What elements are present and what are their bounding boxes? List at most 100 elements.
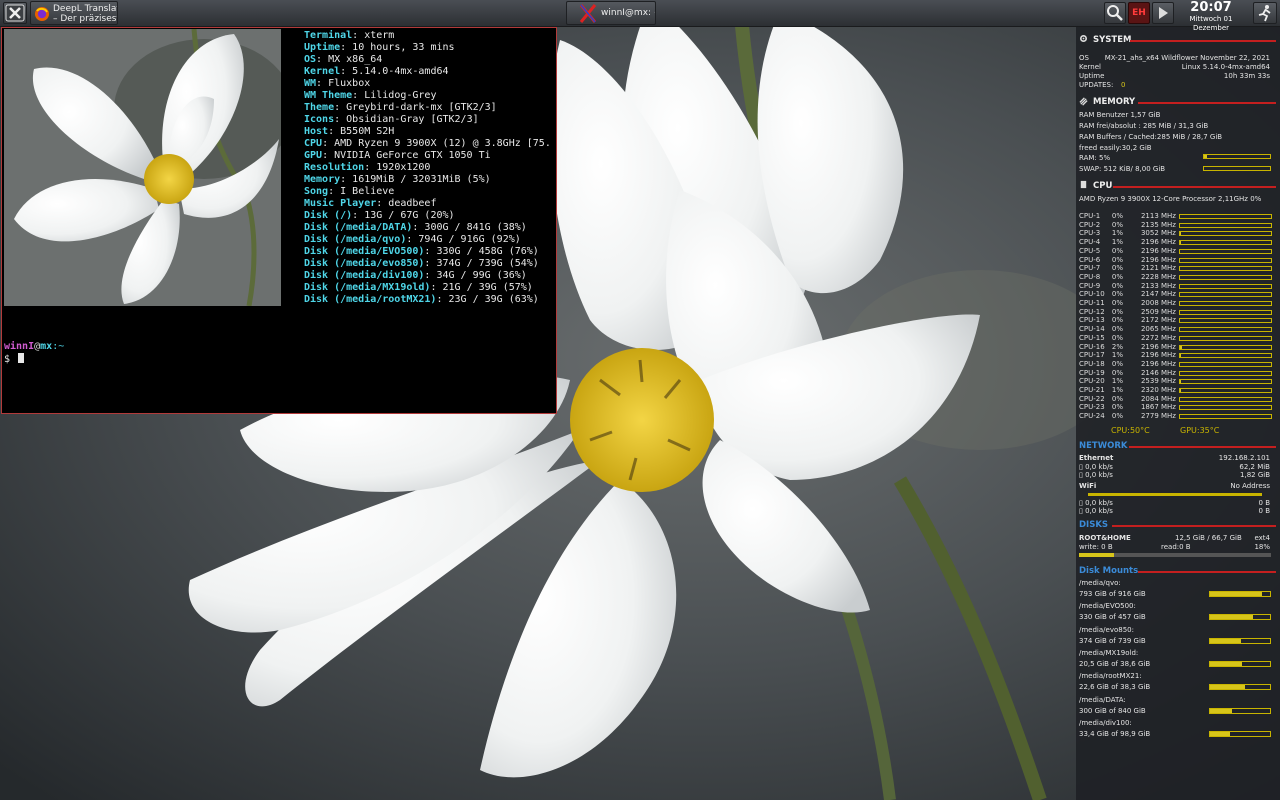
memory-icon <box>1079 97 1088 106</box>
cpu-core-frequency: 2779 MHz <box>1140 412 1176 421</box>
ram-freed: freed easily:30,2 GiB <box>1079 144 1152 152</box>
upload-icon: ▯ <box>1079 471 1083 479</box>
cpu-core-row: CPU-6 0% 2196 MHz <box>1079 256 1273 265</box>
mounts-divider <box>1138 571 1276 573</box>
cpu-core-row: CPU-8 0% 2228 MHz <box>1079 273 1273 282</box>
neofetch-value: 5.14.0-4mx-amd64 <box>352 66 449 77</box>
neofetch-key: WM Theme <box>304 90 353 101</box>
os-label: OS <box>1079 54 1089 62</box>
clock[interactable]: 20:07 Mittwoch 01 Dezember <box>1172 1 1250 33</box>
neofetch-separator: : <box>364 162 377 173</box>
neofetch-value: Fluxbox <box>328 78 371 89</box>
cpu-core-row: CPU-20 1% 2539 MHz <box>1079 377 1273 386</box>
mount-usage-bar <box>1209 637 1271 644</box>
neofetch-line: Disk (/media/MX19old): 21G / 39G (57%) <box>304 282 551 294</box>
neofetch-value: Obsidian-Gray [GTK2/3] <box>346 114 479 125</box>
task-xterm[interactable]: winnI@mx: ~ <box>566 1 656 25</box>
text-cursor <box>18 353 25 363</box>
xterm-window[interactable]: Terminal: xterm Uptime: 10 hours, 33 mins… <box>1 27 557 414</box>
workspace-menu-button[interactable] <box>3 2 27 24</box>
cpu-core-frequency: 3052 MHz <box>1140 229 1176 238</box>
shell-prompt[interactable]: winnI@mx:~ $ <box>4 341 64 366</box>
media-play-button[interactable] <box>1152 2 1174 24</box>
neofetch-separator: : <box>340 174 353 185</box>
keyboard-layout-button[interactable]: EH <box>1128 2 1150 24</box>
cpu-core-percent: 0% <box>1111 403 1123 412</box>
ethernet-label: Ethernet <box>1079 454 1114 462</box>
mount-usage-bar <box>1209 660 1271 667</box>
search-button[interactable] <box>1104 2 1126 24</box>
network-heading: NETWORK <box>1079 441 1128 451</box>
wifi-upload-rate: ▯ 0,0 kb/s <box>1079 507 1113 515</box>
cpu-core-percent: 0% <box>1111 316 1123 325</box>
disks-heading: DISKS <box>1079 520 1109 530</box>
cpu-core-percent: 0% <box>1111 255 1123 264</box>
cpu-temperature: CPU:50°C <box>1111 426 1150 435</box>
cpu-core-bar <box>1179 240 1272 246</box>
neofetch-key: Disk (/media/DATA) <box>304 222 413 233</box>
neofetch-value: Lilidog-Grey <box>364 90 437 101</box>
cpu-core-bar <box>1179 283 1272 289</box>
neofetch-separator: : <box>322 138 335 149</box>
kernel-label: Kernel <box>1079 63 1101 71</box>
root-read: read:0 B <box>1161 543 1191 551</box>
neofetch-key: Terminal <box>304 30 353 41</box>
cpu-core-name: CPU-3 <box>1079 229 1101 238</box>
neofetch-value: MX x86_64 <box>328 54 383 65</box>
cpu-core-row: CPU-18 0% 2196 MHz <box>1079 360 1273 369</box>
exit-runner-icon <box>1258 5 1271 22</box>
cpu-core-frequency: 2133 MHz <box>1140 281 1176 290</box>
neofetch-value: 23G / 39G (63%) <box>448 294 539 305</box>
cpu-core-percent: 1% <box>1111 386 1123 394</box>
cpu-core-frequency: 2147 MHz <box>1140 290 1176 299</box>
ram-bar <box>1203 154 1271 159</box>
cpu-core-name: CPU-7 <box>1079 264 1101 273</box>
cpu-core-name: CPU-17 <box>1079 351 1105 360</box>
neofetch-output: Terminal: xterm Uptime: 10 hours, 33 mins… <box>304 30 551 306</box>
neofetch-flower-image <box>4 29 281 306</box>
mount-path: /media/MX19old: <box>1079 648 1139 657</box>
cpu-core-bar-fill <box>1180 345 1182 349</box>
mount-path: /media/div100: <box>1079 718 1132 727</box>
ram-buffers: RAM Buffers / Cached:285 MiB / 28,7 GiB <box>1079 133 1223 141</box>
neofetch-key: Uptime <box>304 42 341 53</box>
root-percent: 18% <box>1254 543 1270 551</box>
cpu-core-name: CPU-10 <box>1079 290 1105 299</box>
task-deepl-translate[interactable]: DeepL Translate – Der präziseste... <box>30 1 118 25</box>
neofetch-separator: : <box>352 30 365 41</box>
cpu-core-name: CPU-20 <box>1079 377 1105 386</box>
root-label: ROOT&HOME <box>1079 534 1131 542</box>
mount-usage-bar-fill <box>1210 685 1246 690</box>
neofetch-value: AMD Ryzen 9 3900X (12) @ 3.8GHz [75. <box>334 138 551 149</box>
mount-usage-bar <box>1209 730 1271 737</box>
cpu-core-name: CPU-22 <box>1079 394 1105 403</box>
neofetch-separator: : <box>334 102 347 113</box>
cpu-core-bar <box>1179 370 1272 376</box>
cpu-core-frequency: 2196 MHz <box>1140 351 1176 360</box>
cpu-core-row: CPU-12 0% 2509 MHz <box>1079 308 1273 317</box>
task-title: winnI@mx: ~ <box>601 8 656 18</box>
neofetch-line: Terminal: xterm <box>304 30 551 42</box>
cpu-core-frequency: 2196 MHz <box>1140 238 1176 247</box>
cpu-core-frequency: 2121 MHz <box>1140 264 1176 273</box>
cpu-core-percent: 1% <box>1111 351 1123 360</box>
neofetch-key: Disk (/media/div100) <box>304 270 425 281</box>
cpu-core-name: CPU-12 <box>1079 307 1105 316</box>
mount-usage-bar <box>1209 707 1271 714</box>
cpu-core-name: CPU-11 <box>1079 299 1105 307</box>
cpu-core-frequency: 2065 MHz <box>1140 325 1176 334</box>
neofetch-separator: : <box>352 90 365 101</box>
neofetch-key: Host <box>304 126 329 137</box>
cpu-core-name: CPU-21 <box>1079 386 1105 394</box>
cpu-core-frequency: 2196 MHz <box>1140 255 1176 264</box>
mount-usage: 300 GiB of 840 GiB <box>1079 706 1146 715</box>
neofetch-value: NVIDIA GeForce GTX 1050 Ti <box>334 150 491 161</box>
download-icon: ▯ <box>1079 499 1083 507</box>
cpu-core-row: CPU-19 0% 2146 MHz <box>1079 369 1273 378</box>
neofetch-line: Disk (/media/div100): 34G / 99G (36%) <box>304 270 551 282</box>
ram-percent-label: RAM: 5% <box>1079 154 1111 162</box>
cpu-core-bar <box>1179 301 1272 306</box>
exit-button[interactable] <box>1253 2 1277 24</box>
cpu-core-row: CPU-16 2% 2196 MHz <box>1079 343 1273 352</box>
cpu-core-name: CPU-8 <box>1079 272 1101 281</box>
